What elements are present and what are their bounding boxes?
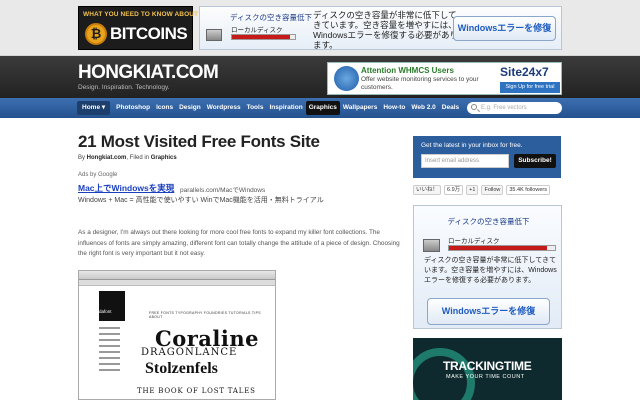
site-logo[interactable]: HONGKIAT.COM	[78, 62, 219, 84]
dafont-menu: FREE FONTS TYPOGRAPHY FOUNDRIES TUTORIAL…	[149, 311, 261, 319]
dafont-sidebar	[99, 327, 125, 375]
filed-prefix: , Filed in	[126, 155, 151, 161]
search-icon	[471, 104, 477, 110]
subscribe-heading: Get the latest in your inbox for free.	[421, 142, 523, 149]
google-ad-description: Windows + Mac = 高性能で使いやすい WinでMac機能を活用・無…	[78, 197, 324, 204]
site24x7-signup-button[interactable]: Sign Up for free trial	[500, 82, 560, 93]
sidebar-repair-windows-button[interactable]: Windowsエラーを修復	[427, 298, 550, 325]
site24x7-desc: Offer website monitoring services to you…	[361, 76, 479, 91]
facebook-like-button[interactable]: いいね！	[413, 185, 442, 195]
browser-chrome	[79, 271, 275, 280]
sidebar-disk-usage-fill	[449, 246, 547, 250]
google-ad-link[interactable]: Mac上でWindowsを実現	[78, 182, 174, 194]
subscribe-button[interactable]: Subscribe!	[514, 154, 556, 168]
nav-item-design[interactable]: Design	[176, 101, 204, 115]
article-screenshot[interactable]: dafont FREE FONTS TYPOGRAPHY FOUNDRIES T…	[78, 270, 276, 400]
sidebar-disk-ad-message: ディスクの空き容量が非常に低下してきています。空き容量を増やすには、Window…	[424, 257, 557, 284]
disk-warning-ad-sidebar[interactable]: ディスクの空き容量低下 ローカルディスク ディスクの空き容量が非常に低下してきて…	[413, 205, 562, 329]
article-intro: As a designer, I'm always out there look…	[78, 229, 400, 257]
nav-item-icons[interactable]: Icons	[153, 101, 176, 115]
sidebar-disk-usage-bar	[448, 245, 556, 251]
search-placeholder: E.g. Free vectors	[481, 105, 527, 111]
disk-ad-message: ディスクの空き容量が非常に低下してきています。空き容量を増やすには、Window…	[313, 10, 458, 50]
bitcoin-ad-title: BITCOINS	[110, 24, 188, 43]
bitcoin-coin-icon: ₿	[85, 23, 107, 45]
nav-item-howto[interactable]: How-to	[380, 101, 408, 115]
disk-drive-icon	[423, 239, 440, 252]
bitcoin-ad-banner[interactable]: WHAT YOU NEED TO KNOW ABOUT ₿ BITCOINS	[78, 6, 198, 50]
disk-drive-icon	[206, 29, 222, 41]
google-ad-url[interactable]: parallels.com/MacでWindows	[180, 184, 265, 194]
google-plus-button[interactable]: +1	[466, 185, 479, 195]
nav-item-home[interactable]: Home ▾	[77, 101, 111, 115]
sidebar-disk-label: ローカルディスク	[448, 238, 500, 245]
gear-icon	[334, 66, 359, 91]
author-link[interactable]: Hongkiat.com	[87, 155, 127, 161]
article-byline: By Hongkiat.com, Filed in Graphics	[78, 155, 177, 161]
article-title: 21 Most Visited Free Fonts Site	[78, 132, 320, 151]
trackingtime-ad[interactable]: TRACKINGTIME MAKE YOUR TIME COUNT	[413, 338, 562, 400]
font-sample-stolzenfels: Stolzenfels	[145, 360, 218, 377]
subscribe-box: Get the latest in your inbox for free. I…	[413, 136, 561, 178]
nav-item-tools[interactable]: Tools	[244, 101, 267, 115]
ads-by-google[interactable]: Ads by Google	[78, 172, 117, 178]
email-field[interactable]: Insert email address	[421, 154, 509, 168]
site-tagline: Design. Inspiration. Technology.	[78, 84, 170, 91]
facebook-like-count: 6.9万	[444, 185, 464, 195]
twitter-follow-button[interactable]: Follow	[481, 185, 504, 195]
bitcoin-ad-small-text: WHAT YOU NEED TO KNOW ABOUT	[83, 11, 199, 18]
disk-ad-title: ディスクの空き容量低下	[230, 13, 312, 22]
nav-item-web20[interactable]: Web 2.0	[408, 101, 438, 115]
category-link[interactable]: Graphics	[151, 155, 177, 161]
nav-item-photoshop[interactable]: Photoshop	[113, 101, 153, 115]
nav-item-wallpapers[interactable]: Wallpapers	[340, 101, 380, 115]
site24x7-brand: Site24x7	[500, 65, 549, 79]
byline-prefix: By	[78, 155, 87, 161]
repair-windows-button[interactable]: Windowsエラーを修復	[453, 16, 556, 41]
nav-item-inspiration[interactable]: Inspiration	[266, 101, 305, 115]
social-buttons: いいね！ 6.9万 +1 Follow 35.4K followers	[413, 184, 563, 196]
disk-usage-fill	[232, 35, 290, 39]
font-sample-dragonlance: DRAGONLANCE	[141, 347, 238, 358]
trackingtime-slogan: MAKE YOUR TIME COUNT	[446, 374, 525, 380]
site24x7-headline: Attention WHMCS Users	[361, 66, 454, 75]
search-input[interactable]: E.g. Free vectors	[467, 102, 562, 114]
nav-item-wordpress[interactable]: Wordpress	[204, 101, 244, 115]
nav-item-graphics[interactable]: Graphics	[305, 101, 340, 115]
nav-item-deals[interactable]: Deals	[439, 101, 462, 115]
disk-warning-ad-top[interactable]: ディスクの空き容量低下 ローカルディスク ディスクの空き容量が非常に低下してきて…	[199, 6, 562, 50]
browser-address-bar	[79, 280, 275, 286]
font-sample-lost-tales: THE BOOK OF LOST TALES	[137, 387, 256, 395]
disk-label: ローカルディスク	[231, 27, 283, 34]
disk-usage-bar	[231, 34, 296, 40]
dafont-logo-block	[99, 291, 125, 321]
twitter-follower-count: 35.4K followers	[506, 185, 550, 195]
trackingtime-name: TRACKINGTIME	[443, 359, 532, 373]
site24x7-ad[interactable]: Attention WHMCS Users Offer website moni…	[327, 62, 562, 95]
dafont-logo: dafont	[99, 309, 112, 314]
sidebar-disk-ad-title: ディスクの空き容量低下	[447, 217, 530, 226]
